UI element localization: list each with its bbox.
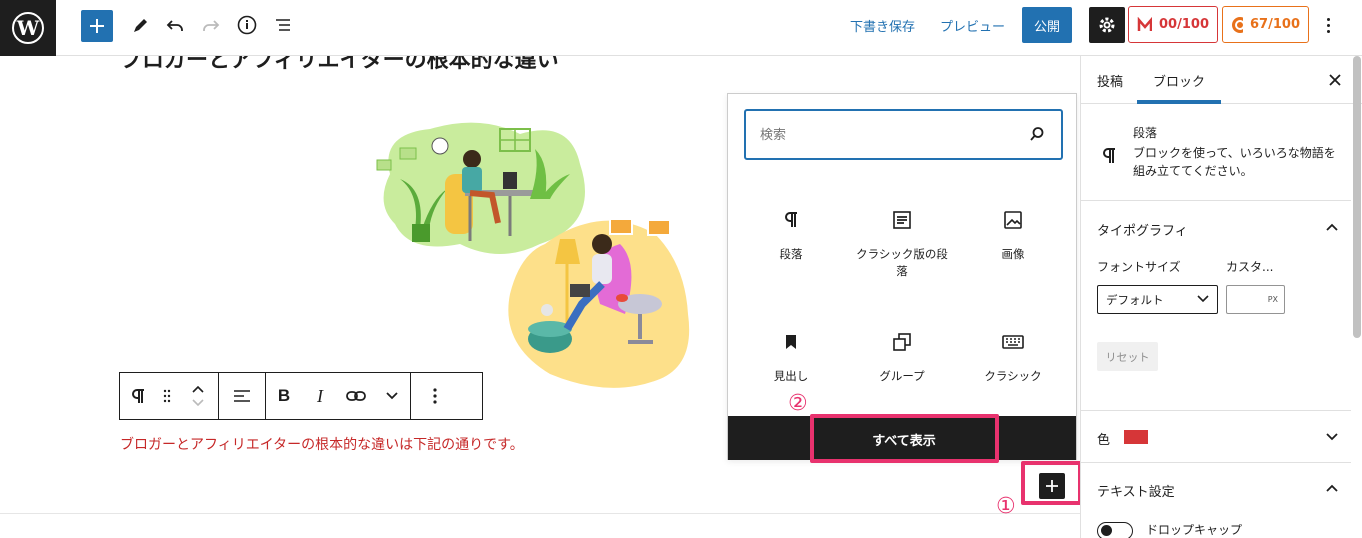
chevron-up-icon[interactable] [1326,223,1338,231]
add-block-button[interactable] [81,10,113,42]
block-appender-plus-icon[interactable] [1039,473,1065,499]
block-item-paragraph[interactable]: 段落 [741,206,841,263]
more-formatting-chevron-icon[interactable] [374,373,410,419]
typography-toggle[interactable]: タイポグラフィ [1097,220,1188,239]
preview-button[interactable]: プレビュー [940,16,1005,35]
color-panel: 色 [1081,411,1351,463]
more-options-icon[interactable] [1320,12,1336,38]
block-options-icon[interactable] [411,373,459,419]
custom-font-size-input[interactable]: PX [1226,285,1285,314]
close-icon[interactable] [1326,71,1344,89]
reset-button[interactable]: リセット [1097,342,1158,371]
align-left-icon[interactable] [219,373,265,419]
block-inserter-popover: 段落 クラシック版の段落 画像 見出し グループ クラシック すべて表示 [727,93,1077,460]
paragraph-block-icon[interactable] [120,373,156,419]
redo-icon[interactable] [199,14,223,38]
color-toggle[interactable]: 色 [1097,429,1110,448]
highlight-show-all [810,414,999,463]
post-heading[interactable]: ブロガーとアフィリエイターの根本的な違い [120,56,559,74]
tab-post[interactable]: 投稿 [1097,56,1123,104]
list-view-icon[interactable] [271,13,295,37]
readability-score-icon [1232,16,1244,33]
custom-size-label: カスタ... [1226,260,1274,274]
unit-label: PX [1267,295,1278,304]
font-size-select[interactable]: デフォルト [1097,285,1218,314]
annotation-marker-1: ① [996,494,1016,519]
chevron-down-icon [1197,295,1209,303]
settings-gear-icon[interactable] [1089,7,1125,43]
sidebar-scrollbar[interactable] [1353,56,1361,338]
block-search-field[interactable] [744,109,1063,160]
readability-score-value: 67/100 [1250,17,1300,32]
save-draft-button[interactable]: 下書き保存 [850,16,915,35]
block-item-group[interactable]: グループ [852,328,952,385]
chevron-down-icon[interactable] [1326,433,1338,441]
group-icon [893,328,911,356]
readability-score-button[interactable]: 67/100 [1222,6,1309,43]
heading-bookmark-icon [785,328,797,356]
bold-icon[interactable]: B [266,373,302,419]
drop-cap-label: ドロップキャップ [1146,523,1243,537]
image-icon [1004,206,1022,234]
font-size-label: フォントサイズ [1097,260,1181,274]
edit-tool-icon[interactable] [128,14,152,38]
italic-icon[interactable]: I [302,373,338,419]
drag-handle-icon[interactable] [156,373,178,419]
seo-score-button[interactable]: 00/100 [1128,6,1218,43]
block-item-label: 段落 [779,247,803,261]
color-swatch [1124,430,1148,444]
seo-score-value: 00/100 [1159,17,1209,32]
block-item-label: クラシック版の段落 [856,247,948,279]
settings-sidebar: 投稿 ブロック 段落 ブロックを使って、いろいろな物語を組み立ててください。 タ… [1080,56,1362,538]
paragraph-icon [784,206,798,234]
office-illustration [376,122,690,388]
annotation-marker-2: ② [788,391,808,416]
block-item-image[interactable]: 画像 [963,206,1063,263]
keyboard-icon [1002,328,1024,356]
block-card-description: ブロックを使って、いろいろな物語を組み立ててください。 [1133,146,1336,178]
link-icon[interactable] [338,373,374,419]
block-toolbar: B I [119,372,483,420]
paragraph-icon [1103,148,1115,163]
block-card-title: 段落 [1133,126,1158,140]
undo-icon[interactable] [163,14,187,38]
block-search-input[interactable] [760,125,1010,145]
tab-block[interactable]: ブロック [1137,56,1222,104]
divider [0,513,1080,514]
move-up-down-icon[interactable] [178,373,218,419]
classic-paragraph-icon [893,206,911,234]
block-item-classic[interactable]: クラシック [963,328,1063,385]
block-item-label: 見出し [773,369,809,383]
editor-top-bar: W 下書き保存 プレビュー 公開 00/100 67/100 [0,0,1362,56]
block-item-label: 画像 [1001,247,1025,261]
paragraph-block[interactable]: ブロガーとアフィリエイターの根本的な違いは下記の通りです。 [120,434,524,454]
search-icon [1030,127,1044,141]
block-item-heading[interactable]: 見出し [741,328,841,385]
drop-cap-toggle[interactable] [1097,522,1133,538]
font-size-select-value: デフォルト [1106,292,1164,307]
block-card: 段落 ブロックを使って、いろいろな物語を組み立ててください。 [1081,104,1351,201]
svg-text:W: W [16,16,40,40]
chevron-up-icon[interactable] [1326,484,1338,492]
block-item-label: グループ [879,369,925,383]
block-item-label: クラシック [984,369,1042,383]
block-item-classic-paragraph[interactable]: クラシック版の段落 [852,206,952,281]
publish-button[interactable]: 公開 [1022,7,1072,43]
seo-score-icon [1137,16,1153,31]
text-settings-toggle[interactable]: テキスト設定 [1097,481,1175,500]
info-icon[interactable] [235,13,259,37]
wordpress-logo-icon[interactable]: W [0,0,56,56]
sidebar-tabs: 投稿 ブロック [1081,56,1362,104]
